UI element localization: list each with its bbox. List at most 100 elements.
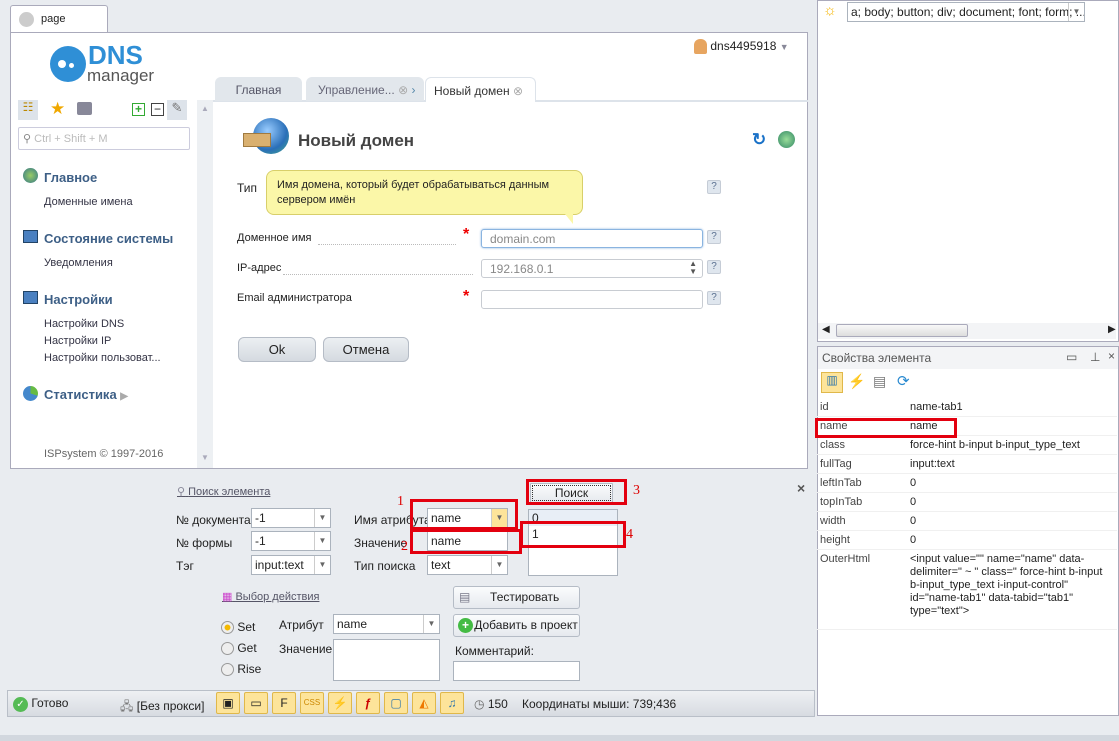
nav-main[interactable]: Главное [44,170,97,185]
tab-main[interactable]: Главная [215,77,302,101]
list-icon[interactable]: ▤ [873,373,886,390]
css-tool-icon[interactable]: CSS [300,692,324,714]
window-tool-icon[interactable]: ▭ [244,692,268,714]
maximize-icon[interactable]: ▭ [1066,350,1077,364]
frame-tool-icon[interactable]: F [272,692,296,714]
tab-label: page [41,13,66,25]
nav-settings[interactable]: Настройки [44,292,113,307]
property-key: OuterHtml [820,553,871,565]
magnifier-icon: ⚲ [177,486,186,498]
h-scrollbar[interactable]: ◀ ▶ [818,323,1116,339]
proxy-status[interactable]: 🖧 [Без прокси] [120,697,204,718]
check-icon: ✓ [13,697,28,712]
props-view-icon[interactable]: ▥ [821,372,843,393]
domain-name-input[interactable]: domain.com [481,229,703,248]
screen-tool-icon[interactable]: ▢ [384,692,408,714]
nav-system-status[interactable]: Состояние системы [44,231,173,246]
nav-domain-names[interactable]: Доменные имена [44,196,133,208]
doc-number-select[interactable]: -1 ▼ [251,508,331,528]
help-icon[interactable]: ? [707,230,721,244]
tag-filter-select[interactable]: a; body; button; div; document; font; fo… [847,2,1085,22]
property-row[interactable]: topInTab 0 [817,493,1117,512]
browser-tab[interactable]: page [10,5,108,33]
nav-icon-main [23,168,38,183]
collapse-icon[interactable]: − [151,103,164,116]
close-panel-icon[interactable]: × [797,480,805,496]
nav-ip-settings[interactable]: Настройки IP [44,335,111,347]
ok-button[interactable]: Ok [238,337,316,362]
action-choice-link[interactable]: ▦ Выбор действия [222,590,319,603]
radio-icon [221,642,234,656]
nav-user-settings[interactable]: Настройки пользоват... [44,352,161,364]
admin-email-input[interactable] [481,290,703,309]
flash-tool-icon[interactable]: ƒ [356,692,380,714]
close-icon[interactable]: ⊗ [513,84,523,98]
radio-get[interactable]: Get [221,641,257,656]
property-value: <input value="" name="name" data-delimit… [910,553,1103,617]
sun-icon[interactable]: ☼ [823,2,837,19]
favorites-icon[interactable]: ★ [50,99,65,119]
user-menu[interactable]: dns4495918 ▼ [694,39,789,55]
help-icon[interactable]: ? [707,260,721,274]
property-key: id [820,401,829,413]
property-row[interactable]: width 0 [817,512,1117,531]
form-number-label: № формы [176,536,233,550]
help-globe-icon[interactable] [778,131,795,148]
briefcase-icon[interactable] [77,102,92,115]
cancel-button[interactable]: Отмена [323,337,409,362]
annotation-box-name-prop [815,418,957,438]
nav-notifications[interactable]: Уведомления [44,257,113,269]
lightning-tool-icon[interactable]: ⚡ [328,692,352,714]
tag-select[interactable]: input:text ▼ [251,555,331,575]
nav-statistics[interactable]: Статистика ▶ [44,387,128,402]
image-tool-icon[interactable]: ▣ [216,692,240,714]
scroll-thumb[interactable] [836,324,968,337]
tree-view-icon[interactable]: ☷ [18,100,38,120]
help-icon[interactable]: ? [707,180,721,194]
refresh-icon[interactable]: ↻ [752,130,766,150]
property-row[interactable]: id name-tab1 [817,398,1117,417]
monitor-icon [23,230,38,243]
property-row[interactable]: leftInTab 0 [817,474,1117,493]
property-row[interactable]: class force-hint b-input b-input_type_te… [817,436,1117,455]
close-icon[interactable]: ⊗ [398,83,408,97]
sound-alert-tool-icon[interactable]: ◭ [412,692,436,714]
property-key: class [820,439,846,451]
pin-icon[interactable]: ✎ [167,100,187,120]
radio-rise[interactable]: Rise [221,662,261,677]
search-element-link[interactable]: ⚲ Поиск элемента [177,485,270,498]
tooltip: Имя домена, который будет обрабатываться… [266,170,583,224]
search-type-select[interactable]: text ▼ [427,555,508,575]
property-key: leftInTab [820,477,862,489]
action-attribute-select[interactable]: name ▼ [333,614,440,634]
chevron-down-icon: ▼ [779,42,789,52]
action-value-textarea[interactable] [333,639,440,681]
events-icon[interactable]: ⚡ [848,373,865,390]
property-row[interactable]: height 0 [817,531,1117,550]
pin-icon[interactable]: ⊥ [1090,350,1100,364]
clock-icon: ◷ [474,697,485,711]
sidebar-search-input[interactable]: ⚲ Ctrl + Shift + M [18,127,190,150]
ip-address-input[interactable]: 192.168.0.1 ▲ ▼ [481,259,703,278]
add-to-project-button[interactable]: + Добавить в проект [453,614,580,637]
comment-input[interactable] [453,661,580,681]
property-row[interactable]: OuterHtml <input value="" name="name" dat… [817,550,1117,630]
help-icon[interactable]: ? [707,291,721,305]
property-value: force-hint b-input b-input_type_text [910,439,1080,451]
radio-set[interactable]: Set [221,620,255,635]
refresh-icon[interactable]: ⟳ [897,372,910,390]
action-value-label: Значение [279,642,333,656]
dom-tree-panel [817,0,1119,342]
doc-number-label: № документа [176,513,251,527]
tab-management[interactable]: Управление... ⊗ › [306,77,424,101]
expand-icon[interactable]: + [132,103,145,116]
form-number-select[interactable]: -1 ▼ [251,531,331,551]
nav-dns-settings[interactable]: Настройки DNS [44,318,124,330]
test-button[interactable]: ▤ Тестировать [453,586,580,609]
tab-new-domain[interactable]: Новый домен ⊗ [425,77,536,102]
property-value: 0 [910,534,917,546]
sidebar-scrollbar[interactable]: ▲ ▼ [197,100,213,468]
music-tool-icon[interactable]: ♫ [440,692,464,714]
close-icon[interactable]: × [1108,349,1115,363]
property-row[interactable]: fullTag input:text [817,455,1117,474]
